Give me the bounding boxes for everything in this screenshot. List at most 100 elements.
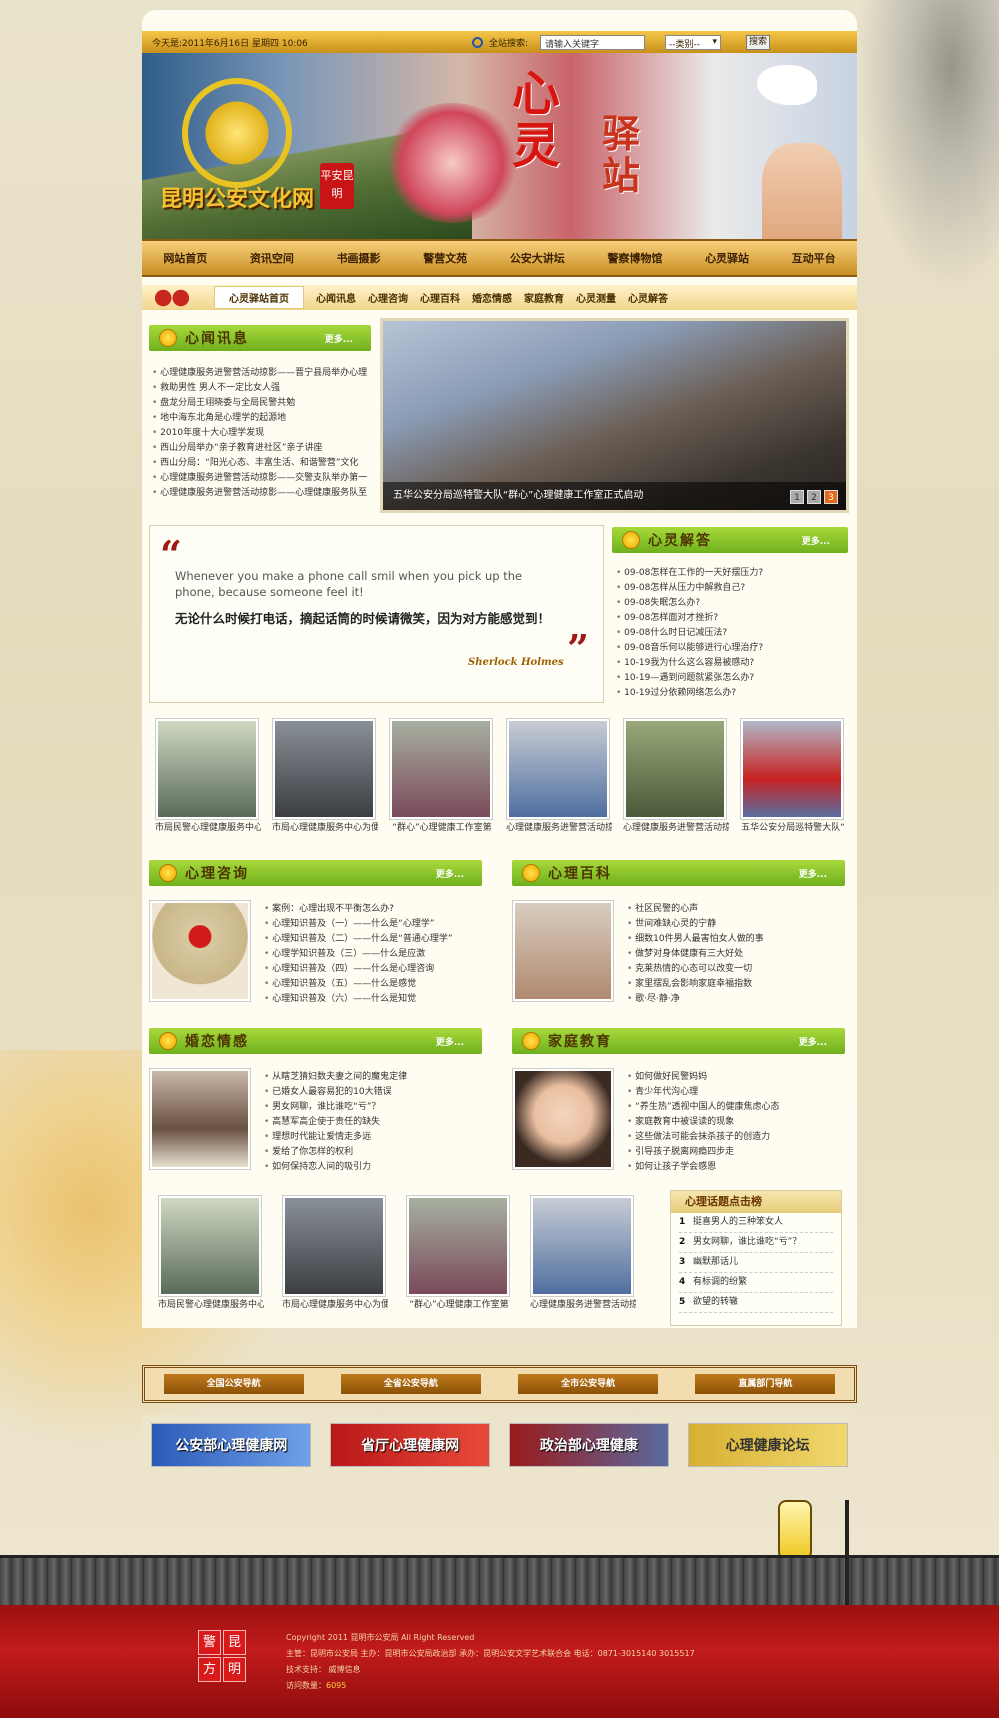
list-item[interactable]: 09-08怎样面对才挫折?	[616, 611, 846, 626]
list-item[interactable]: 09-08怎样从压力中解救自己?	[616, 581, 846, 596]
list-item[interactable]: “养生热”透视中国人的健康焦虑心态	[627, 1100, 842, 1115]
list-item[interactable]: 心理健康服务进警营活动掠影——交警支队举办第一	[152, 471, 374, 486]
list-item[interactable]: 地中海东北角是心理学的起源地	[152, 411, 374, 426]
list-item[interactable]: 心理知识普及（四）——什么是心理咨询	[264, 962, 479, 977]
consult-image[interactable]	[149, 900, 251, 1002]
list-item[interactable]: 西山分局：“阳光心态、丰富生活、和谐警营”文化	[152, 456, 374, 471]
list-item[interactable]: 世间难缺心灵的宁静	[627, 917, 842, 932]
list-item[interactable]: 爱给了你怎样的权利	[264, 1145, 479, 1160]
list-item[interactable]: 引导孩子脱离网瘾四步走	[627, 1145, 842, 1160]
photo-label[interactable]: 市局民警心理健康服务中心	[155, 820, 261, 836]
photo-label[interactable]: 市局心理健康服务中心为便	[272, 820, 378, 836]
list-item[interactable]: 从瞎芝猜妇数夫妻之间的魔鬼定律	[264, 1070, 479, 1085]
rank-text[interactable]: 有标调的纷繁	[693, 1273, 747, 1292]
guide-nav-button[interactable]: 直属部门导航	[695, 1374, 836, 1394]
photo-label[interactable]: 心理健康服务进警营活动掠	[506, 820, 612, 836]
photo-card[interactable]: 市局民警心理健康服务中心	[155, 718, 261, 836]
subnav-item[interactable]: 心灵测量	[576, 290, 616, 305]
family-image[interactable]	[512, 1068, 614, 1170]
answers-more-link[interactable]: 更多...	[802, 534, 830, 547]
ranking-row[interactable]: 2 男女网聊，谁比谁吃“亏”？	[679, 1233, 833, 1253]
love-image[interactable]	[149, 1068, 251, 1170]
partner-link-banner[interactable]: 省厅心理健康网	[330, 1423, 491, 1467]
list-item[interactable]: 已婚女人最容易犯的10大错误	[264, 1085, 479, 1100]
list-item[interactable]: 心理健康服务进警营活动掠影——晋宁县局举办心理	[152, 366, 374, 381]
list-item[interactable]: 2010年度十大心理学发现	[152, 426, 374, 441]
list-item[interactable]: 09-08什么时日记减压法?	[616, 626, 846, 641]
photo-thumb[interactable]	[282, 1195, 386, 1297]
subnav-item-home[interactable]: 心灵驿站首页	[214, 286, 304, 309]
list-item[interactable]: 10-19过分依赖网络怎么办?	[616, 686, 846, 701]
photo-card[interactable]: 心理健康服务进警营活动掠	[530, 1195, 636, 1313]
list-item[interactable]: 盘龙分局王翊晓委与全局民警共勉	[152, 396, 374, 411]
list-item[interactable]: 青少年代沟心理	[627, 1085, 842, 1100]
list-item[interactable]: 10-19我为什么这么容易被感动?	[616, 656, 846, 671]
list-item[interactable]: 如何做好民警妈妈	[627, 1070, 842, 1085]
encyclopedia-more-link[interactable]: 更多...	[799, 867, 827, 880]
subnav-item[interactable]: 婚恋情感	[472, 290, 512, 305]
photo-card[interactable]: 心理健康服务进警营活动掠	[623, 718, 729, 836]
list-item[interactable]: 心理知识普及（二）——什么是“普通心理学”	[264, 932, 479, 947]
photo-card[interactable]: 市局心理健康服务中心为便	[272, 718, 378, 836]
list-item[interactable]: 家庭教育中被误读的现象	[627, 1115, 842, 1130]
photo-slideshow[interactable]: 五华公安分局巡特警大队“群心”心理健康工作室正式启动 1 2 3	[380, 318, 849, 513]
list-item[interactable]: 09-08怎样在工作的一天好摆压力?	[616, 566, 846, 581]
photo-card[interactable]: 五华公安分局巡特警大队“	[740, 718, 846, 836]
list-item[interactable]: 高慧军高企使于责任的缺失	[264, 1115, 479, 1130]
list-item[interactable]: 男女网聊，谁比谁吃“亏”？	[264, 1100, 479, 1115]
list-item[interactable]: 理想时代能让爱情走多远	[264, 1130, 479, 1145]
ranking-row[interactable]: 3 幽默那话儿	[679, 1253, 833, 1273]
partner-link-banner[interactable]: 心理健康论坛	[687, 1423, 848, 1467]
list-item[interactable]: 心理知识普及（一）——什么是“心理学”	[264, 917, 479, 932]
family-more-link[interactable]: 更多...	[799, 1035, 827, 1048]
photo-thumb[interactable]	[158, 1195, 262, 1297]
rank-text[interactable]: 男女网聊，谁比谁吃“亏”？	[693, 1233, 801, 1252]
photo-label[interactable]: 心理健康服务进警营活动掠	[530, 1297, 636, 1313]
news-more-link[interactable]: 更多...	[325, 332, 353, 345]
subnav-item[interactable]: 心理咨询	[368, 290, 408, 305]
list-item[interactable]: 做梦对身体健康有三大好处	[627, 947, 842, 962]
slideshow-caption[interactable]: 五华公安分局巡特警大队“群心”心理健康工作室正式启动	[383, 482, 846, 510]
photo-card[interactable]: 市局民警心理健康服务中心	[158, 1195, 264, 1313]
list-item[interactable]: 09-08失眠怎么办?	[616, 596, 846, 611]
nav-item[interactable]: 网站首页	[163, 250, 207, 266]
list-item[interactable]: 细数10件男人最害怕女人做的事	[627, 932, 842, 947]
guide-nav-button[interactable]: 全省公安导航	[340, 1374, 481, 1394]
photo-label[interactable]: “群心”心理健康工作室第	[389, 820, 495, 836]
search-input[interactable]: 请输入关键字	[540, 34, 646, 50]
list-item[interactable]: 09-08音乐何以能够进行心理治疗?	[616, 641, 846, 656]
nav-item[interactable]: 警察博物馆	[607, 250, 662, 266]
encyclopedia-image[interactable]	[512, 900, 614, 1002]
ranking-row[interactable]: 1 挺喜男人的三种笨女人	[679, 1213, 833, 1233]
list-item[interactable]: 心理知识普及（五）——什么是感觉	[264, 977, 479, 992]
pager-button[interactable]: 2	[807, 490, 821, 504]
list-item[interactable]: 案例：心理出现不平衡怎么办?	[264, 902, 479, 917]
nav-item[interactable]: 心灵驿站	[705, 250, 749, 266]
nav-item[interactable]: 资讯空间	[250, 250, 294, 266]
consult-more-link[interactable]: 更多...	[436, 867, 464, 880]
rank-text[interactable]: 挺喜男人的三种笨女人	[693, 1213, 783, 1232]
nav-item[interactable]: 警营文苑	[423, 250, 467, 266]
list-item[interactable]: 如何保持恋人间的吸引力	[264, 1160, 479, 1175]
photo-thumb[interactable]	[389, 718, 493, 820]
guide-nav-button[interactable]: 全市公安导航	[518, 1374, 659, 1394]
photo-thumb[interactable]	[506, 718, 610, 820]
list-item[interactable]: 心理学知识普及（三）——什么是应激	[264, 947, 479, 962]
list-item[interactable]: 救助男性 男人不一定比女人强	[152, 381, 374, 396]
photo-card[interactable]: 市局心理健康服务中心为便	[282, 1195, 388, 1313]
photo-thumb[interactable]	[272, 718, 376, 820]
partner-link-banner[interactable]: 公安部心理健康网	[151, 1423, 312, 1467]
photo-card[interactable]: “群心”心理健康工作室第	[406, 1195, 512, 1313]
nav-item[interactable]: 互动平台	[792, 250, 836, 266]
rank-text[interactable]: 欲望的转辙	[693, 1293, 738, 1312]
partner-link-banner[interactable]: 政治部心理健康	[508, 1423, 669, 1467]
photo-card[interactable]: 心理健康服务进警营活动掠	[506, 718, 612, 836]
photo-label[interactable]: 市局心理健康服务中心为便	[282, 1297, 388, 1313]
list-item[interactable]: 歌·尽·静·净	[627, 992, 842, 1007]
list-item[interactable]: 家里摆乱会影响家庭幸福指数	[627, 977, 842, 992]
photo-label[interactable]: 五华公安分局巡特警大队“	[740, 820, 846, 836]
guide-nav-button[interactable]: 全国公安导航	[163, 1374, 304, 1394]
list-item[interactable]: 心理知识普及（六）——什么是知觉	[264, 992, 479, 1007]
photo-thumb[interactable]	[623, 718, 727, 820]
photo-thumb[interactable]	[740, 718, 844, 820]
